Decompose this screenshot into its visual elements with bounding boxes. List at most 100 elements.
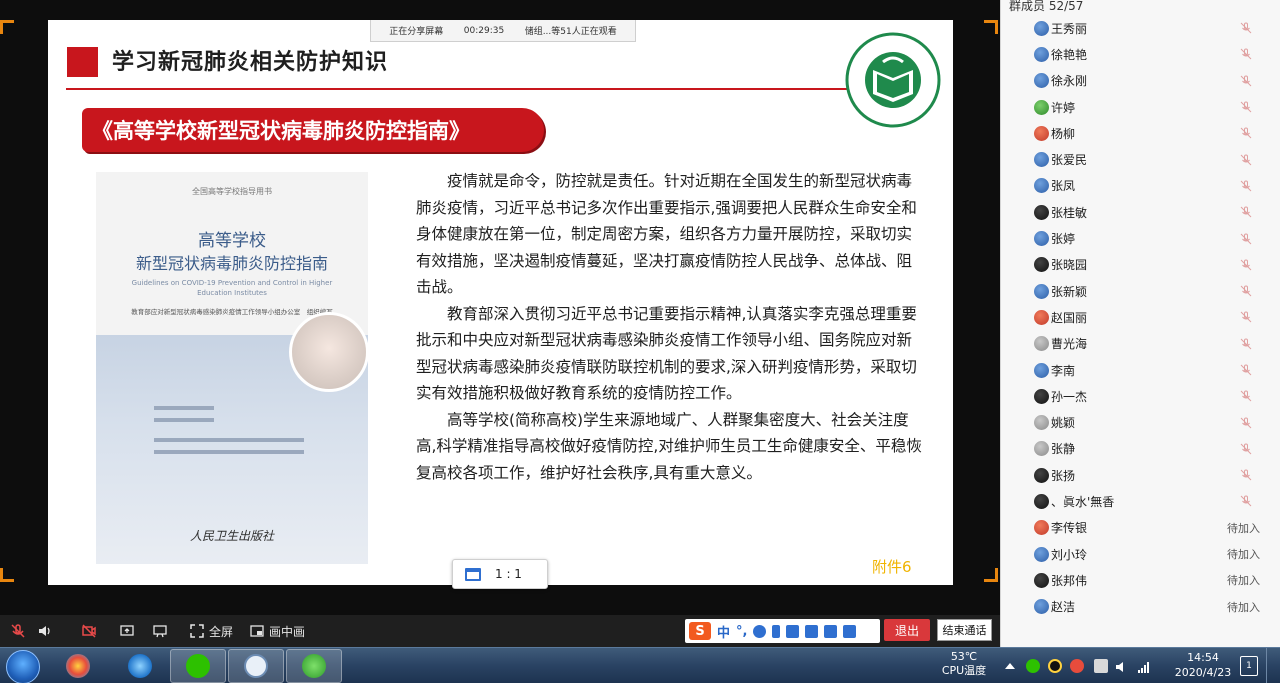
mic-muted-icon[interactable] — [1240, 101, 1252, 113]
share-screen-icon[interactable] — [119, 622, 135, 640]
member-row[interactable]: 曹光海 — [1001, 331, 1280, 357]
member-row[interactable]: 、眞水'無香 — [1001, 488, 1280, 514]
mic-muted-icon[interactable] — [1240, 469, 1252, 481]
mic-muted-icon[interactable] — [1240, 443, 1252, 455]
sogou-logo-icon[interactable]: S — [689, 622, 711, 640]
ime-chinese-mode[interactable]: 中 — [717, 622, 730, 641]
mic-muted-icon[interactable] — [10, 622, 26, 640]
tray-qq-icon[interactable] — [1048, 659, 1062, 673]
pip-icon[interactable] — [249, 623, 265, 639]
taskbar-clock[interactable]: 14:54 2020/4/23 — [1174, 650, 1232, 680]
member-row[interactable]: 张婷 — [1001, 225, 1280, 251]
member-row[interactable]: 王秀丽 — [1001, 15, 1280, 41]
member-row[interactable]: 张桂敏 — [1001, 199, 1280, 225]
member-row[interactable]: 张邦伟 待加入 — [1001, 567, 1280, 593]
fullscreen-label[interactable]: 全屏 — [209, 623, 233, 640]
taskbar-app[interactable] — [50, 649, 106, 683]
mic-muted-icon[interactable] — [1240, 180, 1252, 192]
member-row[interactable]: 徐永刚 — [1001, 68, 1280, 94]
refresh-app-icon[interactable] — [302, 654, 326, 678]
avatar — [1034, 415, 1049, 431]
mic-muted-icon[interactable] — [1240, 206, 1252, 218]
exit-button[interactable]: 退出 — [884, 619, 930, 641]
book-text-line — [154, 450, 304, 454]
mic-muted-icon[interactable] — [1240, 233, 1252, 245]
camera-off-icon[interactable] — [81, 622, 97, 640]
tray-volume-icon[interactable] — [1115, 659, 1129, 673]
tray-wechat-icon[interactable] — [1026, 659, 1040, 673]
member-name: 李传银 — [1051, 521, 1088, 536]
photos-app-icon[interactable] — [66, 654, 90, 678]
show-desktop-button[interactable] — [1266, 648, 1280, 683]
mic-muted-icon[interactable] — [1240, 259, 1252, 271]
start-button[interactable] — [6, 650, 40, 683]
qq-meeting-icon[interactable] — [244, 654, 268, 678]
member-row[interactable]: 徐艳艳 — [1001, 41, 1280, 67]
member-row[interactable]: 刘小玲 待加入 — [1001, 541, 1280, 567]
zoom-ratio[interactable]: 1 : 1 — [495, 567, 522, 581]
tray-security-icon[interactable] — [1070, 659, 1084, 673]
mic-muted-icon[interactable] — [1240, 417, 1252, 429]
tray-expand-icon[interactable] — [1005, 663, 1015, 669]
fullscreen-icon[interactable] — [189, 623, 205, 639]
taskbar-app[interactable] — [170, 649, 226, 683]
picture-in-picture-button[interactable]: 画中画 — [249, 622, 305, 640]
ime-voice-icon[interactable] — [772, 624, 781, 638]
member-row[interactable]: 许婷 — [1001, 94, 1280, 120]
ime-punctuation-icon[interactable]: °, — [736, 624, 747, 639]
mic-muted-icon[interactable] — [1240, 311, 1252, 323]
member-row[interactable]: 李传银 待加入 — [1001, 515, 1280, 541]
ime-toolbox-icon[interactable] — [805, 624, 819, 638]
ime-skin-icon[interactable] — [824, 624, 838, 638]
member-name: 张婷 — [1051, 232, 1076, 247]
speaker-icon[interactable] — [37, 622, 53, 640]
mic-muted-icon[interactable] — [1240, 495, 1252, 507]
taskbar-app[interactable] — [228, 649, 284, 683]
panel-footer — [1000, 615, 1280, 647]
ie-browser-icon[interactable] — [128, 654, 152, 678]
member-name: 徐永刚 — [1051, 74, 1088, 89]
member-row[interactable]: 张晓园 — [1001, 252, 1280, 278]
mic-muted-icon[interactable] — [1240, 22, 1252, 34]
tray-flag-icon[interactable] — [1094, 659, 1108, 673]
member-row[interactable]: 张新颖 — [1001, 278, 1280, 304]
member-row[interactable]: 孙一杰 — [1001, 383, 1280, 409]
mic-muted-icon[interactable] — [1240, 48, 1252, 60]
taskbar-app[interactable] — [286, 649, 342, 683]
wechat-icon[interactable] — [186, 654, 210, 678]
mic-muted-icon[interactable] — [1240, 285, 1252, 297]
member-row[interactable]: 李南 — [1001, 357, 1280, 383]
pip-label[interactable]: 画中画 — [269, 623, 305, 640]
mic-muted-icon[interactable] — [1240, 127, 1252, 139]
member-panel: 群成员 52/57 王秀丽 徐艳艳 徐永刚 许婷 杨柳 张爱民 张凤 张桂敏 张婷 张晓园 张新颖赵… — [1000, 0, 1280, 647]
member-row[interactable]: 张爱民 — [1001, 146, 1280, 172]
end-call-button[interactable]: 结束通话 — [937, 619, 992, 641]
whiteboard-icon[interactable] — [152, 622, 168, 640]
input-method-toolbar[interactable]: S 中 °, — [685, 619, 880, 643]
member-row[interactable]: 张扬 — [1001, 462, 1280, 488]
ime-grid-icon[interactable] — [843, 624, 857, 638]
mic-muted-icon[interactable] — [1240, 338, 1252, 350]
ime-keyboard-icon[interactable] — [786, 624, 800, 638]
member-row[interactable]: 姚颖 — [1001, 409, 1280, 435]
notification-icon[interactable]: 1 — [1240, 656, 1258, 676]
avatar — [1034, 309, 1049, 325]
member-row[interactable]: 赵国丽 — [1001, 304, 1280, 330]
window-icon[interactable] — [465, 567, 481, 581]
zoom-control[interactable]: 1 : 1 — [452, 559, 548, 589]
ime-emoji-icon[interactable] — [753, 624, 767, 638]
mic-muted-icon[interactable] — [1240, 364, 1252, 376]
screen-share-banner: 正在分享屏幕 00:29:35 储组...等51人正在观看 — [370, 20, 636, 42]
member-row[interactable]: 张凤 — [1001, 173, 1280, 199]
fullscreen-button[interactable]: 全屏 — [189, 622, 233, 640]
member-row[interactable]: 杨柳 — [1001, 120, 1280, 146]
member-name: 张凤 — [1051, 179, 1076, 194]
avatar — [1034, 520, 1049, 536]
member-row[interactable]: 张静 — [1001, 436, 1280, 462]
tray-network-icon[interactable] — [1137, 659, 1151, 673]
mic-muted-icon[interactable] — [1240, 390, 1252, 402]
cpu-temp-widget[interactable]: 53℃ CPU温度 — [938, 650, 990, 678]
mic-muted-icon[interactable] — [1240, 75, 1252, 87]
taskbar-app[interactable] — [112, 649, 168, 683]
mic-muted-icon[interactable] — [1240, 154, 1252, 166]
